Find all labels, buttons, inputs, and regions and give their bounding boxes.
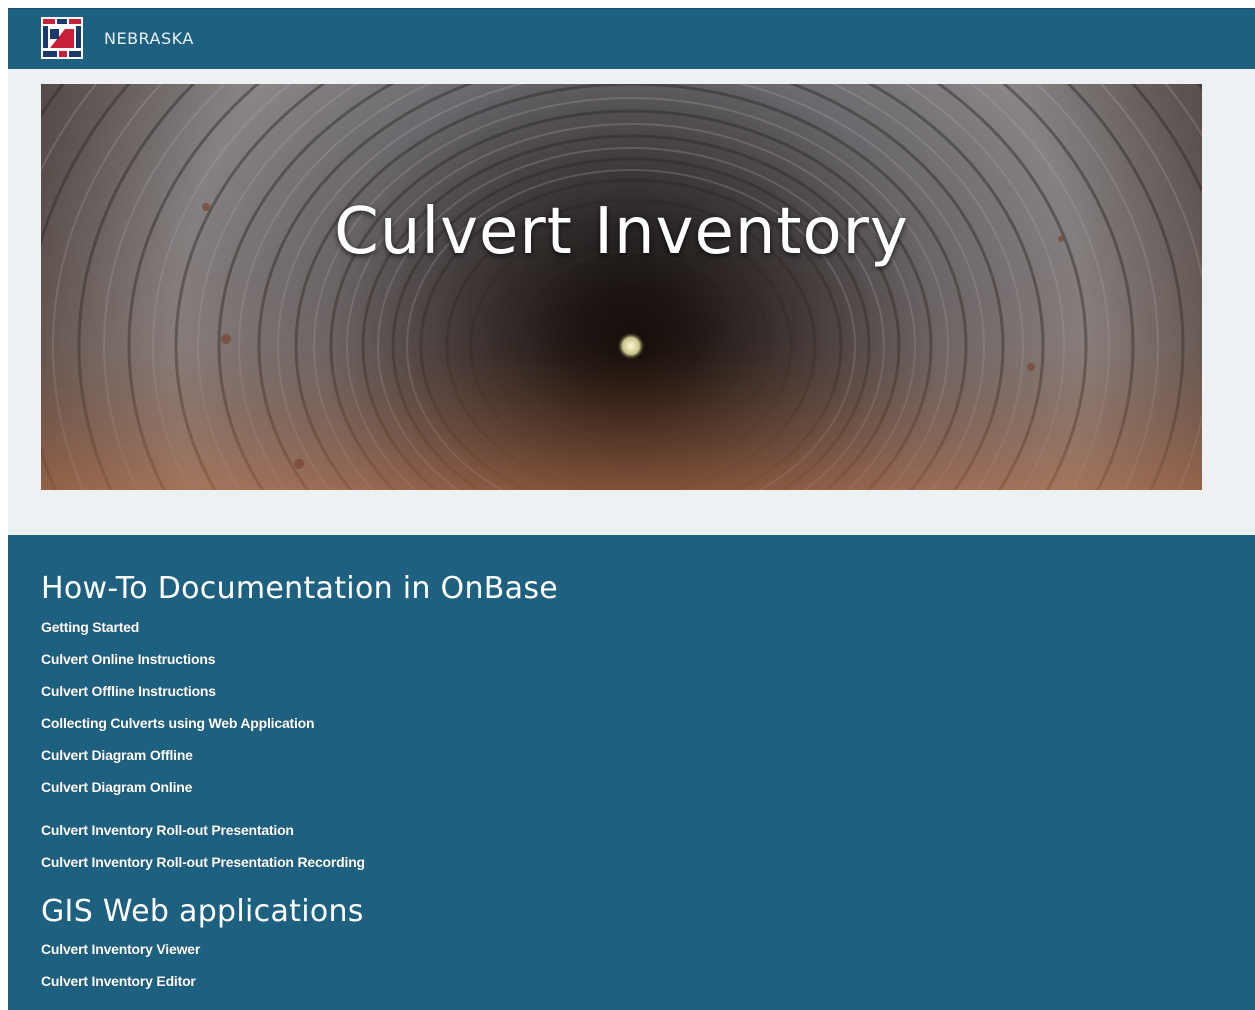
links-section: How-To Documentation in OnBase Getting S… [8, 535, 1255, 1010]
link-culvert-offline-instructions[interactable]: Culvert Offline Instructions [41, 683, 216, 699]
site-header: NEBRASKA [8, 8, 1255, 69]
link-culvert-diagram-online[interactable]: Culvert Diagram Online [41, 779, 192, 795]
link-culvert-online-instructions[interactable]: Culvert Online Instructions [41, 651, 215, 667]
hero-banner: Culvert Inventory [41, 84, 1202, 490]
documentation-heading: How-To Documentation in OnBase [41, 571, 559, 606]
nebraska-logo-icon[interactable] [41, 17, 83, 59]
culvert-pipe-image [41, 84, 1202, 490]
link-culvert-inventory-viewer[interactable]: Culvert Inventory Viewer [41, 941, 200, 957]
gis-heading: GIS Web applications [41, 894, 364, 929]
page-title: Culvert Inventory [334, 194, 909, 269]
link-rollout-presentation[interactable]: Culvert Inventory Roll-out Presentation [41, 822, 294, 838]
brand-name[interactable]: NEBRASKA [104, 29, 194, 48]
link-getting-started[interactable]: Getting Started [41, 619, 139, 635]
link-culvert-inventory-editor[interactable]: Culvert Inventory Editor [41, 973, 196, 989]
link-rollout-presentation-recording[interactable]: Culvert Inventory Roll-out Presentation … [41, 854, 365, 870]
link-collecting-culverts-web-app[interactable]: Collecting Culverts using Web Applicatio… [41, 715, 315, 731]
link-culvert-diagram-offline[interactable]: Culvert Diagram Offline [41, 747, 193, 763]
page-frame: NEBRASKA Culvert Inventory How-To Docume… [8, 8, 1255, 1010]
